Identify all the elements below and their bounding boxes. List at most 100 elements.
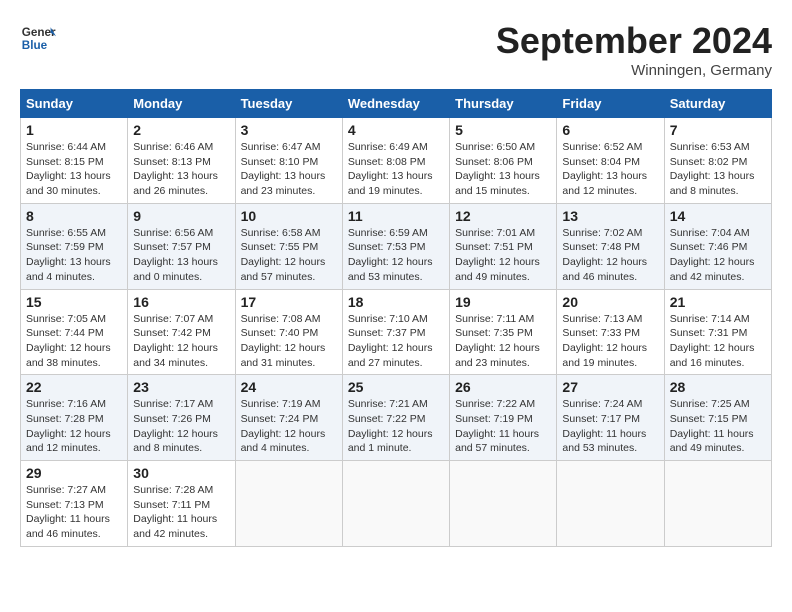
day-info: Sunrise: 7:19 AM Sunset: 7:24 PM Dayligh… (241, 397, 337, 456)
day-info: Sunrise: 6:50 AM Sunset: 8:06 PM Dayligh… (455, 140, 551, 199)
day-info: Sunrise: 7:08 AM Sunset: 7:40 PM Dayligh… (241, 312, 337, 371)
day-info: Sunrise: 6:53 AM Sunset: 8:02 PM Dayligh… (670, 140, 766, 199)
day-info: Sunrise: 7:10 AM Sunset: 7:37 PM Dayligh… (348, 312, 444, 371)
day-info: Sunrise: 7:13 AM Sunset: 7:33 PM Dayligh… (562, 312, 658, 371)
day-number: 4 (348, 122, 444, 138)
calendar-week-2: 8 Sunrise: 6:55 AM Sunset: 7:59 PM Daylig… (21, 203, 772, 289)
day-info: Sunrise: 6:56 AM Sunset: 7:57 PM Dayligh… (133, 226, 229, 285)
calendar-cell: 11 Sunrise: 6:59 AM Sunset: 7:53 PM Dayli… (342, 203, 449, 289)
calendar-cell (235, 461, 342, 547)
calendar-week-3: 15 Sunrise: 7:05 AM Sunset: 7:44 PM Dayli… (21, 289, 772, 375)
day-number: 15 (26, 294, 122, 310)
calendar-cell: 12 Sunrise: 7:01 AM Sunset: 7:51 PM Dayli… (450, 203, 557, 289)
day-number: 13 (562, 208, 658, 224)
calendar-cell: 21Sunrise: 7:14 AM Sunset: 7:31 PM Dayli… (664, 289, 771, 375)
day-number: 7 (670, 122, 766, 138)
calendar-cell: 8 Sunrise: 6:55 AM Sunset: 7:59 PM Daylig… (21, 203, 128, 289)
day-info: Sunrise: 6:59 AM Sunset: 7:53 PM Dayligh… (348, 226, 444, 285)
day-info: Sunrise: 6:58 AM Sunset: 7:55 PM Dayligh… (241, 226, 337, 285)
weekday-header-tuesday: Tuesday (235, 90, 342, 118)
day-number: 16 (133, 294, 229, 310)
day-number: 8 (26, 208, 122, 224)
calendar-cell: 23 Sunrise: 7:17 AM Sunset: 7:26 PM Dayli… (128, 375, 235, 461)
calendar-cell: 7 Sunrise: 6:53 AM Sunset: 8:02 PM Daylig… (664, 118, 771, 204)
day-info: Sunrise: 7:27 AM Sunset: 7:13 PM Dayligh… (26, 483, 122, 542)
calendar-cell: 17 Sunrise: 7:08 AM Sunset: 7:40 PM Dayli… (235, 289, 342, 375)
day-info: Sunrise: 7:25 AM Sunset: 7:15 PM Dayligh… (670, 397, 766, 456)
day-number: 23 (133, 379, 229, 395)
calendar-cell (664, 461, 771, 547)
day-number: 12 (455, 208, 551, 224)
calendar-cell: 22 Sunrise: 7:16 AM Sunset: 7:28 PM Dayli… (21, 375, 128, 461)
day-number: 3 (241, 122, 337, 138)
location: Winningen, Germany (496, 62, 772, 79)
calendar-cell: 28 Sunrise: 7:25 AM Sunset: 7:15 PM Dayli… (664, 375, 771, 461)
day-number: 29 (26, 465, 122, 481)
day-info: Sunrise: 7:24 AM Sunset: 7:17 PM Dayligh… (562, 397, 658, 456)
calendar-week-1: 1Sunrise: 6:44 AM Sunset: 8:15 PM Daylig… (21, 118, 772, 204)
calendar-cell: 10 Sunrise: 6:58 AM Sunset: 7:55 PM Dayli… (235, 203, 342, 289)
calendar-cell (450, 461, 557, 547)
day-info: Sunrise: 7:22 AM Sunset: 7:19 PM Dayligh… (455, 397, 551, 456)
logo-icon: General Blue (20, 20, 56, 56)
day-info: Sunrise: 6:55 AM Sunset: 7:59 PM Dayligh… (26, 226, 122, 285)
weekday-header-thursday: Thursday (450, 90, 557, 118)
svg-text:Blue: Blue (22, 39, 48, 52)
calendar-cell: 14 Sunrise: 7:04 AM Sunset: 7:46 PM Dayli… (664, 203, 771, 289)
calendar-cell: 2 Sunrise: 6:46 AM Sunset: 8:13 PM Daylig… (128, 118, 235, 204)
day-number: 25 (348, 379, 444, 395)
day-number: 9 (133, 208, 229, 224)
day-number: 17 (241, 294, 337, 310)
day-info: Sunrise: 7:16 AM Sunset: 7:28 PM Dayligh… (26, 397, 122, 456)
day-number: 11 (348, 208, 444, 224)
day-number: 21 (670, 294, 766, 310)
day-number: 18 (348, 294, 444, 310)
calendar-week-4: 22 Sunrise: 7:16 AM Sunset: 7:28 PM Dayli… (21, 375, 772, 461)
day-number: 10 (241, 208, 337, 224)
day-info: Sunrise: 7:05 AM Sunset: 7:44 PM Dayligh… (26, 312, 122, 371)
calendar-cell: 26 Sunrise: 7:22 AM Sunset: 7:19 PM Dayli… (450, 375, 557, 461)
day-number: 28 (670, 379, 766, 395)
calendar-cell: 13 Sunrise: 7:02 AM Sunset: 7:48 PM Dayli… (557, 203, 664, 289)
day-info: Sunrise: 7:17 AM Sunset: 7:26 PM Dayligh… (133, 397, 229, 456)
calendar-cell: 15 Sunrise: 7:05 AM Sunset: 7:44 PM Dayli… (21, 289, 128, 375)
day-number: 22 (26, 379, 122, 395)
calendar-cell: 16 Sunrise: 7:07 AM Sunset: 7:42 PM Dayli… (128, 289, 235, 375)
calendar-cell: 6Sunrise: 6:52 AM Sunset: 8:04 PM Daylig… (557, 118, 664, 204)
weekday-header-friday: Friday (557, 90, 664, 118)
day-number: 14 (670, 208, 766, 224)
calendar-cell: 5Sunrise: 6:50 AM Sunset: 8:06 PM Daylig… (450, 118, 557, 204)
day-info: Sunrise: 6:46 AM Sunset: 8:13 PM Dayligh… (133, 140, 229, 199)
calendar-week-5: 29 Sunrise: 7:27 AM Sunset: 7:13 PM Dayli… (21, 461, 772, 547)
calendar-cell: 1Sunrise: 6:44 AM Sunset: 8:15 PM Daylig… (21, 118, 128, 204)
weekday-header-saturday: Saturday (664, 90, 771, 118)
day-number: 26 (455, 379, 551, 395)
calendar-cell: 25Sunrise: 7:21 AM Sunset: 7:22 PM Dayli… (342, 375, 449, 461)
day-info: Sunrise: 6:52 AM Sunset: 8:04 PM Dayligh… (562, 140, 658, 199)
day-info: Sunrise: 7:07 AM Sunset: 7:42 PM Dayligh… (133, 312, 229, 371)
day-info: Sunrise: 7:04 AM Sunset: 7:46 PM Dayligh… (670, 226, 766, 285)
day-info: Sunrise: 6:49 AM Sunset: 8:08 PM Dayligh… (348, 140, 444, 199)
calendar-cell: 18 Sunrise: 7:10 AM Sunset: 7:37 PM Dayli… (342, 289, 449, 375)
calendar-cell: 3 Sunrise: 6:47 AM Sunset: 8:10 PM Daylig… (235, 118, 342, 204)
day-number: 2 (133, 122, 229, 138)
weekday-header-sunday: Sunday (21, 90, 128, 118)
day-number: 27 (562, 379, 658, 395)
logo: General Blue (20, 20, 56, 56)
day-number: 20 (562, 294, 658, 310)
calendar-cell: 27 Sunrise: 7:24 AM Sunset: 7:17 PM Dayli… (557, 375, 664, 461)
day-info: Sunrise: 7:11 AM Sunset: 7:35 PM Dayligh… (455, 312, 551, 371)
page-header: General Blue September 2024 Winningen, G… (20, 20, 772, 79)
day-number: 19 (455, 294, 551, 310)
day-info: Sunrise: 7:28 AM Sunset: 7:11 PM Dayligh… (133, 483, 229, 542)
weekday-header-monday: Monday (128, 90, 235, 118)
calendar-cell: 24 Sunrise: 7:19 AM Sunset: 7:24 PM Dayli… (235, 375, 342, 461)
calendar-cell: 20 Sunrise: 7:13 AM Sunset: 7:33 PM Dayli… (557, 289, 664, 375)
day-info: Sunrise: 7:02 AM Sunset: 7:48 PM Dayligh… (562, 226, 658, 285)
day-number: 24 (241, 379, 337, 395)
calendar-table: SundayMondayTuesdayWednesdayThursdayFrid… (20, 89, 772, 547)
day-info: Sunrise: 7:01 AM Sunset: 7:51 PM Dayligh… (455, 226, 551, 285)
calendar-cell: 29 Sunrise: 7:27 AM Sunset: 7:13 PM Dayli… (21, 461, 128, 547)
calendar-cell: 4 Sunrise: 6:49 AM Sunset: 8:08 PM Daylig… (342, 118, 449, 204)
day-info: Sunrise: 6:47 AM Sunset: 8:10 PM Dayligh… (241, 140, 337, 199)
